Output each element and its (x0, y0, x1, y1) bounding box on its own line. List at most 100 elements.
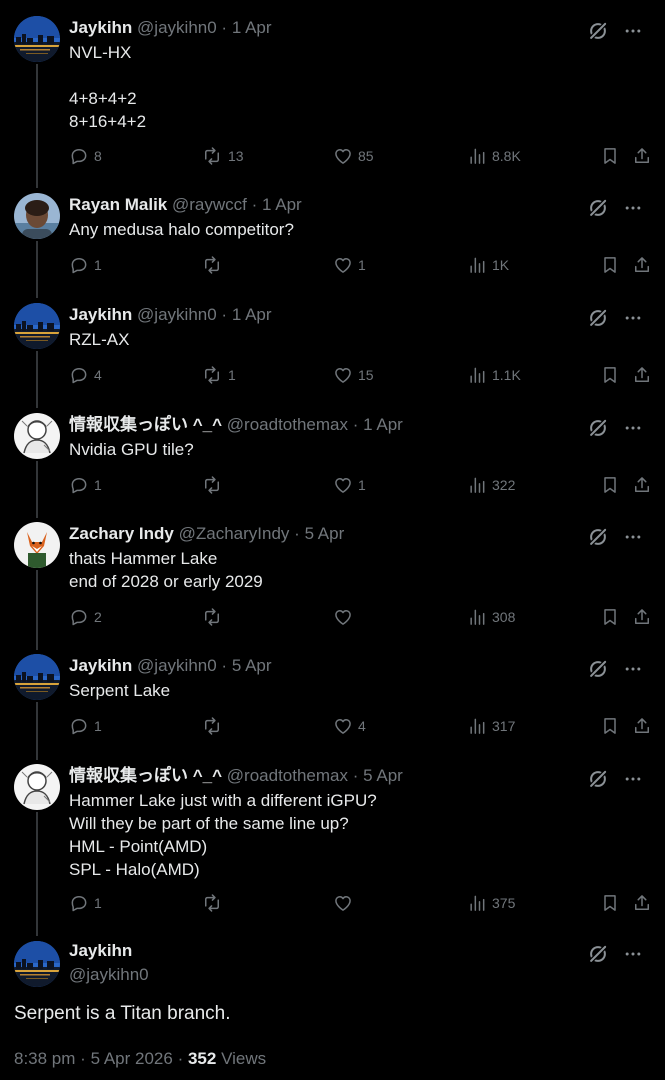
avatar[interactable] (14, 522, 60, 568)
reply-tweet[interactable]: 情報収集っぽい ^_^ @roadtothemax · 5 Apr Hammer … (0, 764, 665, 919)
more-icon[interactable] (623, 308, 643, 328)
like-button[interactable] (333, 893, 358, 913)
user-handle[interactable]: @ZacharyIndy (179, 524, 290, 543)
grok-icon[interactable] (587, 526, 609, 548)
like-button[interactable]: 15 (333, 365, 374, 385)
reply-tweet[interactable]: 情報収集っぽい ^_^ @roadtothemax · 1 Apr Nvidia … (0, 413, 665, 501)
share-button[interactable] (632, 365, 652, 385)
like-button[interactable] (333, 607, 358, 627)
display-name[interactable]: 情報収集っぽい ^_^ (69, 766, 222, 785)
avatar[interactable] (14, 193, 60, 239)
display-name[interactable]: Jaykihn (69, 18, 132, 37)
more-icon[interactable] (623, 944, 643, 964)
repost-button[interactable] (201, 475, 228, 495)
repost-button[interactable] (201, 893, 228, 913)
reply-tweet[interactable]: Zachary Indy @ZacharyIndy · 5 Apr thats H… (0, 522, 665, 633)
avatar[interactable] (14, 16, 60, 62)
user-handle[interactable]: @roadtothemax (227, 766, 348, 785)
reply-button[interactable]: 1 (69, 893, 102, 913)
display-name[interactable]: Jaykihn (69, 305, 132, 324)
repost-button[interactable] (201, 716, 228, 736)
share-button[interactable] (632, 893, 652, 913)
grok-icon[interactable] (587, 768, 609, 790)
reply-tweet[interactable]: Rayan Malik @raywccf · 1 Apr Any medusa h… (0, 193, 665, 281)
avatar[interactable] (14, 941, 60, 987)
tweet-date[interactable]: 1 Apr (262, 195, 302, 214)
user-handle[interactable]: @raywccf (172, 195, 247, 214)
user-handle[interactable]: @jaykihn0 (137, 656, 217, 675)
views-button[interactable]: 375 (467, 893, 515, 913)
user-handle[interactable]: @roadtothemax (227, 415, 348, 434)
display-name[interactable]: Rayan Malik (69, 195, 167, 214)
views-button[interactable]: 308 (467, 607, 515, 627)
like-button[interactable]: 85 (333, 146, 374, 166)
tweet-date[interactable]: 5 Apr (232, 656, 272, 675)
bookmark-button[interactable] (600, 893, 620, 913)
reply-tweet[interactable]: Jaykihn @jaykihn0 · 1 Apr RZL-AX 4 1 15 1.1K (0, 303, 665, 391)
tweet-actions: 4 1 15 1.1K (69, 365, 659, 387)
share-button[interactable] (632, 607, 652, 627)
avatar[interactable] (14, 654, 60, 700)
more-icon[interactable] (623, 21, 643, 41)
reply-tweet[interactable]: Jaykihn @jaykihn0 · 5 Apr Serpent Lake 1 4 3… (0, 654, 665, 742)
tweet-date[interactable]: 5 Apr (363, 766, 403, 785)
tweet-date[interactable]: 1 Apr (363, 415, 403, 434)
reply-button[interactable]: 2 (69, 607, 102, 627)
repost-button[interactable] (201, 607, 228, 627)
bookmark-button[interactable] (600, 475, 620, 495)
grok-icon[interactable] (587, 658, 609, 680)
views-button[interactable]: 1.1K (467, 365, 521, 385)
like-button[interactable]: 4 (333, 716, 366, 736)
display-name[interactable]: Jaykihn (69, 941, 132, 961)
display-name[interactable]: Jaykihn (69, 656, 132, 675)
more-icon[interactable] (623, 198, 643, 218)
grok-icon[interactable] (587, 943, 609, 965)
reply-tweet[interactable]: Jaykihn @jaykihn0 · 1 Apr NVL-HX 4+8+4+2 8+… (0, 16, 665, 172)
avatar[interactable] (14, 764, 60, 810)
like-button[interactable]: 1 (333, 475, 366, 495)
grok-icon[interactable] (587, 197, 609, 219)
views-button[interactable]: 317 (467, 716, 515, 736)
tweet-date[interactable]: 1 Apr (232, 18, 272, 37)
reply-button[interactable]: 8 (69, 146, 102, 166)
more-icon[interactable] (623, 418, 643, 438)
tweet-date[interactable]: 5 Apr (305, 524, 345, 543)
avatar[interactable] (14, 303, 60, 349)
repost-button[interactable] (201, 255, 228, 275)
bookmark-button[interactable] (600, 146, 620, 166)
views-count: 1K (492, 257, 510, 273)
repost-button[interactable]: 1 (201, 365, 236, 385)
more-icon[interactable] (623, 527, 643, 547)
views-button[interactable]: 322 (467, 475, 515, 495)
more-icon[interactable] (623, 769, 643, 789)
user-handle[interactable]: @jaykihn0 (137, 305, 217, 324)
reply-button[interactable]: 1 (69, 475, 102, 495)
bookmark-button[interactable] (600, 607, 620, 627)
share-button[interactable] (632, 475, 652, 495)
views-button[interactable]: 1K (467, 255, 509, 275)
avatar[interactable] (14, 413, 60, 459)
display-name[interactable]: Zachary Indy (69, 524, 174, 543)
grok-icon[interactable] (587, 307, 609, 329)
user-handle[interactable]: @jaykihn0 (69, 965, 149, 985)
bookmark-button[interactable] (600, 255, 620, 275)
display-name[interactable]: 情報収集っぽい ^_^ (69, 415, 222, 434)
bookmark-button[interactable] (600, 716, 620, 736)
repost-button[interactable]: 13 (201, 146, 244, 166)
reply-button[interactable]: 4 (69, 365, 102, 385)
tweet-date[interactable]: 1 Apr (232, 305, 272, 324)
bookmark-button[interactable] (600, 365, 620, 385)
grok-icon[interactable] (587, 417, 609, 439)
share-button[interactable] (632, 146, 652, 166)
user-handle[interactable]: @jaykihn0 (137, 18, 217, 37)
share-button[interactable] (632, 716, 652, 736)
more-icon[interactable] (623, 659, 643, 679)
reply-button[interactable]: 1 (69, 255, 102, 275)
views-button[interactable]: 8.8K (467, 146, 521, 166)
reply-button[interactable]: 1 (69, 716, 102, 736)
share-button[interactable] (632, 255, 652, 275)
tweet-date[interactable]: 5 Apr 2026 (91, 1049, 173, 1068)
grok-icon[interactable] (587, 20, 609, 42)
tweet-time[interactable]: 8:38 pm (14, 1049, 75, 1068)
like-button[interactable]: 1 (333, 255, 366, 275)
